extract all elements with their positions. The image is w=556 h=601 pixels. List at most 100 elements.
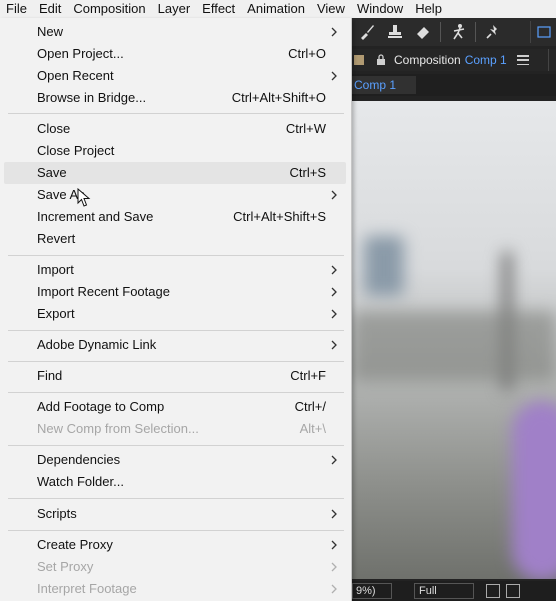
menu-effect[interactable]: Effect (196, 0, 241, 18)
puppet-tool-icon[interactable] (447, 21, 469, 43)
menu-item-add-footage-to-comp[interactable]: Add Footage to Comp Ctrl+/ (4, 396, 346, 418)
submenu-arrow-icon (331, 309, 337, 319)
composition-viewer[interactable] (352, 101, 556, 579)
menu-separator (8, 392, 344, 393)
menu-item-label: Open Project... (37, 46, 124, 61)
menu-animation[interactable]: Animation (241, 0, 311, 18)
menu-item-shortcut: Ctrl+S (289, 165, 326, 180)
region-of-interest-icon[interactable] (486, 584, 500, 598)
panel-menu-icon[interactable] (516, 55, 529, 65)
menu-item-adobe-dynamic-link[interactable]: Adobe Dynamic Link (4, 334, 346, 356)
menu-item-scripts[interactable]: Scripts (4, 503, 346, 525)
toolbar-divider (475, 22, 476, 42)
eraser-tool-icon[interactable] (412, 21, 434, 43)
panel-edge (548, 49, 556, 71)
menu-separator (8, 113, 344, 114)
menu-view[interactable]: View (311, 0, 351, 18)
menu-item-increment-and-save[interactable]: Increment and Save Ctrl+Alt+Shift+S (4, 206, 346, 228)
submenu-arrow-icon (331, 340, 337, 350)
menu-item-label: New Comp from Selection... (37, 421, 199, 436)
menu-item-label: Set Proxy (37, 559, 94, 574)
menu-item-watch-folder[interactable]: Watch Folder... (4, 471, 346, 493)
submenu-arrow-icon (331, 540, 337, 550)
menu-item-close-project[interactable]: Close Project (4, 140, 346, 162)
submenu-arrow-icon (331, 455, 337, 465)
menu-item-create-proxy[interactable]: Create Proxy (4, 534, 346, 556)
menu-item-label: New (37, 24, 64, 39)
pin-tool-icon[interactable] (482, 21, 504, 43)
tools-toolbar (352, 18, 556, 46)
submenu-arrow-icon (331, 71, 337, 81)
menu-item-label: Find (37, 368, 63, 383)
submenu-arrow-icon (331, 562, 337, 572)
menu-item-label: Revert (37, 231, 76, 246)
menu-item-set-proxy: Set Proxy (4, 556, 346, 578)
menu-item-label: Browse in Bridge... (37, 90, 147, 105)
panel-color-swatch (354, 55, 364, 65)
menu-item-interpret-footage: Interpret Footage (4, 578, 346, 600)
menu-separator (8, 498, 344, 499)
menu-item-label: Export (37, 306, 75, 321)
menu-item-label: Import (37, 262, 74, 277)
menu-item-new-comp-from-selection: New Comp from Selection... Alt+\ (4, 418, 346, 440)
menu-item-label: Close (37, 121, 71, 136)
panel-title[interactable]: Composition (394, 53, 461, 67)
clone-stamp-tool-icon[interactable] (384, 21, 406, 43)
menu-item-import[interactable]: Import (4, 259, 346, 281)
menu-separator (8, 530, 344, 531)
menu-item-shortcut: Ctrl+Alt+Shift+O (231, 90, 326, 105)
menu-item-new[interactable]: New (4, 21, 346, 43)
resolution-select[interactable]: Full (414, 583, 474, 599)
menu-item-open-recent[interactable]: Open Recent (4, 65, 346, 87)
comp-tab-bar: Comp 1 (352, 74, 556, 96)
viewer-footer: 9%) Full (352, 581, 556, 601)
menu-item-label: Adobe Dynamic Link (37, 337, 157, 352)
zoom-select[interactable]: 9%) (352, 583, 392, 599)
menu-edit[interactable]: Edit (33, 0, 67, 18)
menu-item-save[interactable]: Save Ctrl+S (4, 162, 346, 184)
menu-item-browse-in-bridge[interactable]: Browse in Bridge... Ctrl+Alt+Shift+O (4, 87, 346, 109)
menu-item-find[interactable]: Find Ctrl+F (4, 365, 346, 387)
transparency-grid-icon[interactable] (506, 584, 520, 598)
menu-item-shortcut: Ctrl+/ (294, 399, 326, 414)
menu-item-import-recent-footage[interactable]: Import Recent Footage (4, 281, 346, 303)
menu-item-shortcut: Ctrl+W (285, 121, 326, 136)
submenu-arrow-icon (331, 265, 337, 275)
menu-layer[interactable]: Layer (152, 0, 197, 18)
menu-item-label: Watch Folder... (37, 474, 124, 489)
menu-composition[interactable]: Composition (67, 0, 151, 18)
menu-item-label: Close Project (37, 143, 115, 158)
tab-comp-1[interactable]: Comp 1 (352, 76, 416, 94)
menu-item-close[interactable]: Close Ctrl+W (4, 118, 346, 140)
submenu-arrow-icon (331, 190, 337, 200)
blurred-street (352, 311, 556, 381)
menu-item-label: Save (37, 165, 67, 180)
workspace-icon[interactable] (530, 21, 556, 43)
menu-item-save-as[interactable]: Save As (4, 184, 346, 206)
composition-panel-header: Composition Comp 1 (352, 49, 556, 71)
menu-separator (8, 255, 344, 256)
menu-separator (8, 330, 344, 331)
menu-item-label: Add Footage to Comp (37, 399, 165, 414)
menu-item-revert[interactable]: Revert (4, 228, 346, 250)
menu-item-shortcut: Ctrl+O (288, 46, 326, 61)
menu-item-export[interactable]: Export (4, 303, 346, 325)
brush-tool-icon[interactable] (356, 21, 378, 43)
submenu-arrow-icon (331, 509, 337, 519)
menu-item-label: Import Recent Footage (37, 284, 170, 299)
menu-item-dependencies[interactable]: Dependencies (4, 449, 346, 471)
menu-bar: File Edit Composition Layer Effect Anima… (0, 0, 556, 18)
submenu-arrow-icon (331, 27, 337, 37)
toolbar-divider (440, 22, 441, 42)
menu-item-label: Increment and Save (37, 209, 154, 224)
blurred-figure (512, 401, 556, 579)
menu-file[interactable]: File (0, 0, 33, 18)
menu-item-open-project[interactable]: Open Project... Ctrl+O (4, 43, 346, 65)
menu-help[interactable]: Help (409, 0, 448, 18)
menu-window[interactable]: Window (351, 0, 409, 18)
lock-icon[interactable] (374, 53, 388, 67)
file-menu-dropdown: New Open Project... Ctrl+O Open Recent B… (0, 18, 352, 601)
menu-separator (8, 361, 344, 362)
menu-item-label: Scripts (37, 506, 77, 521)
menu-item-label: Dependencies (37, 452, 121, 467)
